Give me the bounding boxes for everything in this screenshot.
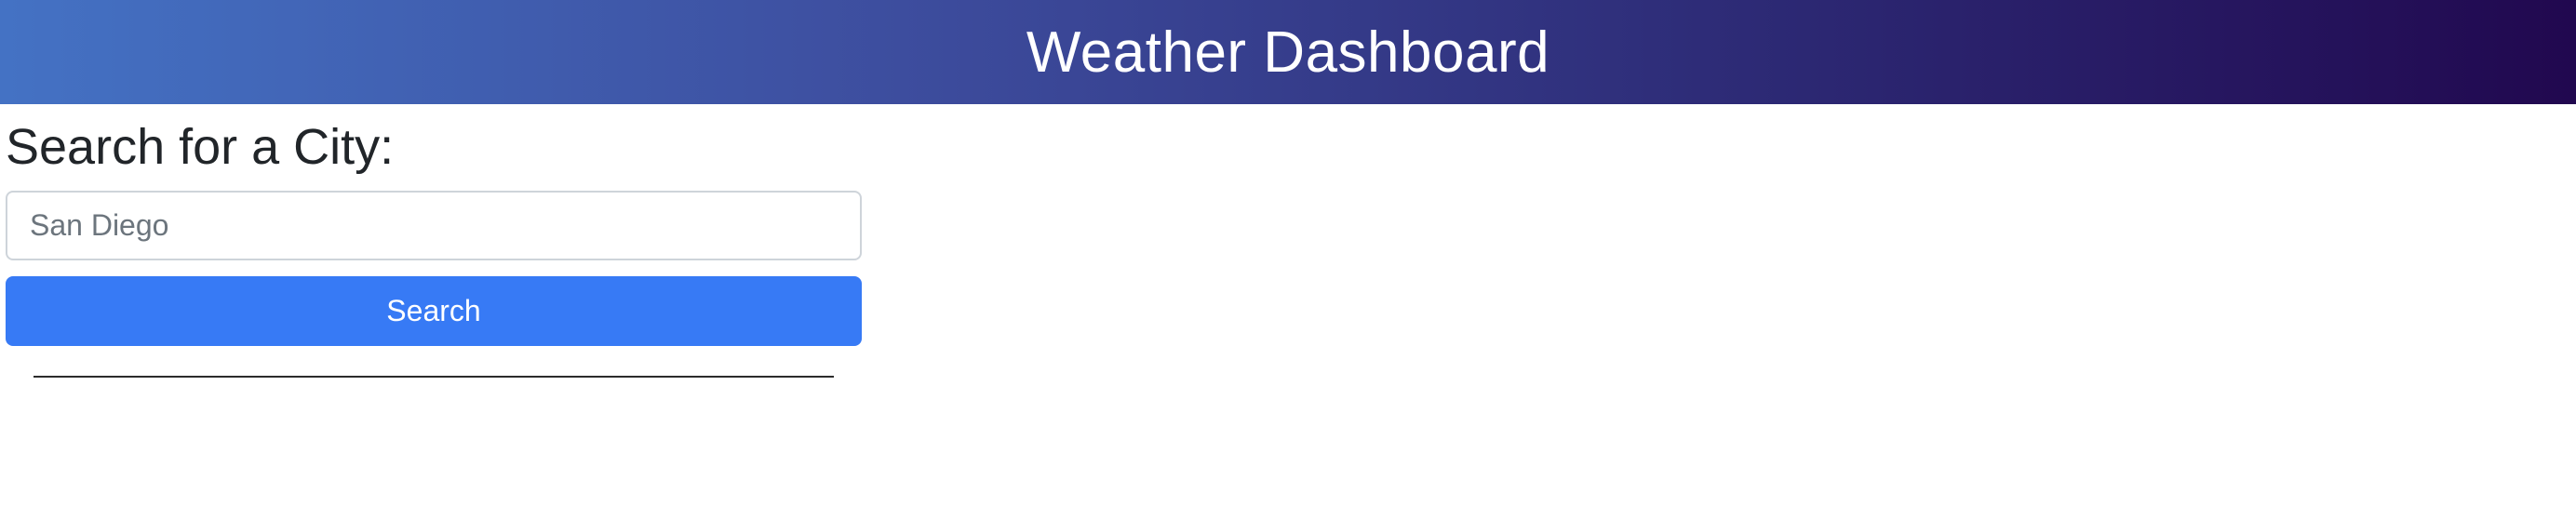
city-search-input[interactable] <box>6 190 862 260</box>
search-panel: Search for a City: Search <box>6 104 862 346</box>
search-history-divider <box>34 376 834 378</box>
search-heading: Search for a City: <box>6 119 395 175</box>
page-title: Weather Dashboard <box>1026 20 1550 85</box>
app-header: Weather Dashboard <box>0 0 2576 104</box>
search-button[interactable]: Search <box>6 275 862 346</box>
